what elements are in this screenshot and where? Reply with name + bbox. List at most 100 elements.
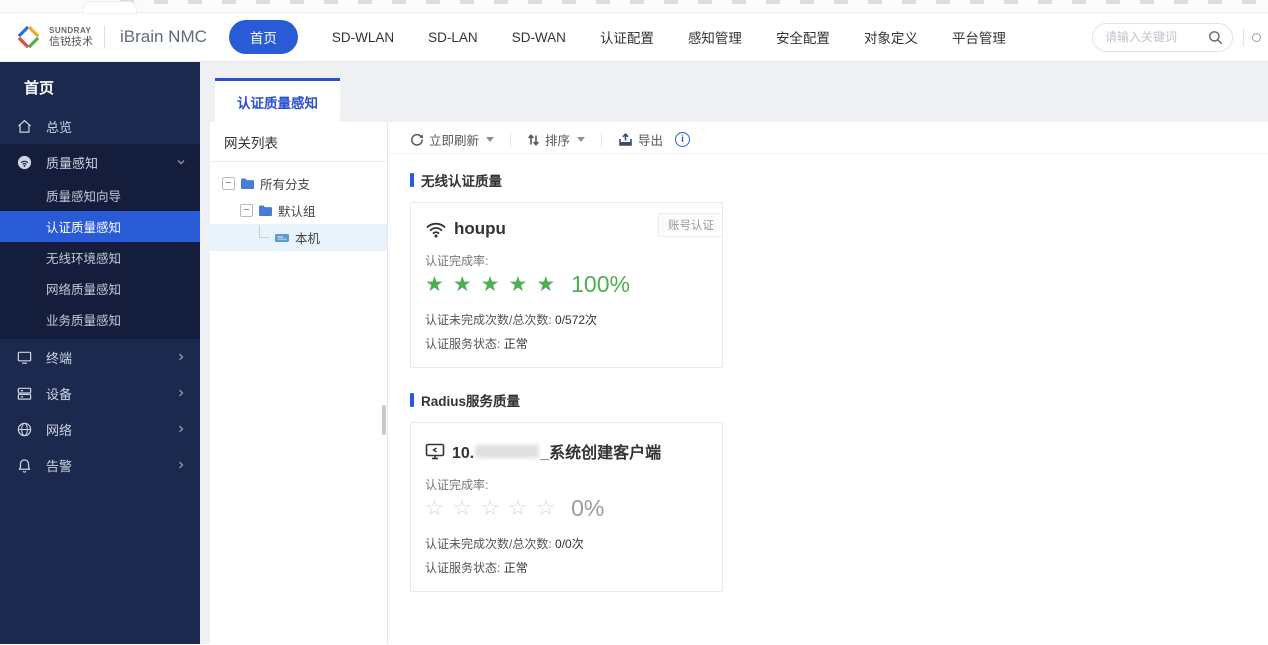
count-line: 认证未完成次数/总次数: 0/572次 bbox=[425, 311, 708, 328]
tree-node-local-device[interactable]: 本机 bbox=[210, 224, 387, 251]
rate-label: 认证完成率: bbox=[425, 254, 489, 268]
sidebar-item-auth-quality[interactable]: 认证质量感知 bbox=[0, 211, 200, 242]
tree-collapse-toggle[interactable]: − bbox=[240, 204, 253, 217]
sidebar-item-quality-sense[interactable]: 质量感知 bbox=[0, 144, 200, 180]
radius-section: Radius服务质量 10. _系统创建客户端 认证完成率: ☆ ☆ ☆ ☆ ☆… bbox=[388, 368, 1268, 592]
nav-object-def[interactable]: 对象定义 bbox=[864, 27, 918, 47]
wireless-auth-section: 无线认证质量 houpu 账号认证 认证完成率: ★ ★ ★ ★ ★ 100% … bbox=[388, 154, 1268, 368]
sidebar-item-overview[interactable]: 总览 bbox=[0, 108, 200, 144]
nav-sd-lan[interactable]: SD-LAN bbox=[428, 30, 478, 45]
browser-artifact-strip bbox=[0, 0, 1268, 13]
status-value: 正常 bbox=[503, 561, 528, 575]
client-name-suffix: _系统创建客户端 bbox=[540, 445, 662, 462]
star-icon: ★ bbox=[536, 272, 556, 296]
toolbar-divider bbox=[510, 132, 512, 147]
search-input[interactable] bbox=[1105, 30, 1208, 44]
network-globe-icon bbox=[17, 422, 32, 436]
tree-panel-title: 网关列表 bbox=[210, 122, 387, 162]
page-layout: 首页 总览 质量感知 质量感知向导 认证质量感知 无线环境感知 网络质量感知 业… bbox=[0, 62, 1268, 644]
content-panels: 网关列表 − 所有分支 − 默认组 本机 立即刷新 排序 导出 i 无线认证质量… bbox=[200, 122, 1268, 644]
sidebar-item-network[interactable]: 网络 bbox=[0, 411, 200, 447]
refresh-button[interactable]: 立即刷新 bbox=[410, 130, 495, 149]
section-title: 无线认证质量 bbox=[410, 170, 1268, 190]
status-line: 认证服务状态: 正常 bbox=[425, 335, 708, 352]
star-icon: ☆ bbox=[452, 496, 472, 520]
count-value: 0/0次 bbox=[555, 537, 584, 551]
tree-node-label: 所有分支 bbox=[260, 178, 311, 192]
tree-node-label: 本机 bbox=[295, 232, 321, 246]
completion-percent: 0% bbox=[571, 495, 605, 521]
gateway-device-icon bbox=[275, 233, 289, 242]
refresh-label: 立即刷新 bbox=[429, 134, 480, 148]
nav-home[interactable]: 首页 bbox=[228, 20, 298, 54]
product-name: iBrain NMC bbox=[120, 27, 207, 46]
rate-label: 认证完成率: bbox=[425, 478, 489, 492]
status-value: 正常 bbox=[503, 337, 528, 351]
sort-button[interactable]: 排序 bbox=[527, 130, 586, 149]
export-button[interactable]: 导出 bbox=[618, 130, 663, 149]
client-name-prefix: 10. bbox=[452, 445, 475, 462]
header-divider bbox=[1243, 28, 1244, 46]
sidebar-item-label: 质量感知 bbox=[46, 155, 99, 171]
info-icon[interactable]: i bbox=[675, 132, 691, 147]
sidebar-item-label: 终端 bbox=[46, 350, 73, 366]
nav-security-config[interactable]: 安全配置 bbox=[776, 27, 830, 47]
tree-collapse-toggle[interactable]: − bbox=[222, 177, 235, 190]
sidebar-item-label: 告警 bbox=[46, 458, 73, 474]
global-search[interactable] bbox=[1092, 22, 1233, 52]
folder-icon bbox=[241, 178, 254, 189]
top-navigation: 首页 SD-WLAN SD-LAN SD-WAN 认证配置 感知管理 安全配置 … bbox=[228, 20, 1092, 54]
chevron-right-icon bbox=[179, 461, 184, 469]
brand-company-cn: 信锐技术 bbox=[49, 35, 93, 48]
nav-sd-wan[interactable]: SD-WAN bbox=[512, 30, 566, 45]
sidebar-item-alarm[interactable]: 告警 bbox=[0, 447, 200, 483]
star-icon: ★ bbox=[480, 272, 500, 296]
radius-client-name: 10. _系统创建客户端 bbox=[452, 439, 661, 463]
card-header: 10. _系统创建客户端 bbox=[425, 439, 708, 463]
refresh-icon bbox=[411, 133, 423, 146]
radius-quality-card[interactable]: 10. _系统创建客户端 认证完成率: ☆ ☆ ☆ ☆ ☆ 0% 认证未完成次数… bbox=[410, 422, 723, 592]
wifi-icon bbox=[426, 222, 446, 238]
sidebar-item-label: 设备 bbox=[46, 386, 73, 402]
star-icon: ★ bbox=[452, 272, 472, 296]
sidebar-item-service-quality[interactable]: 业务质量感知 bbox=[0, 304, 200, 335]
tree-node-all-branches[interactable]: − 所有分支 bbox=[210, 170, 387, 197]
brand: SUNDRAY 信锐技术 iBrain NMC bbox=[14, 23, 207, 51]
client-monitor-icon bbox=[425, 443, 445, 459]
section-title-bar bbox=[410, 173, 414, 187]
tab-auth-quality[interactable]: 认证质量感知 bbox=[215, 78, 340, 124]
nav-sd-wlan[interactable]: SD-WLAN bbox=[332, 30, 394, 45]
auth-type-badge: 账号认证 bbox=[658, 213, 722, 237]
export-label: 导出 bbox=[638, 134, 664, 148]
auth-quality-card-houpu[interactable]: houpu 账号认证 认证完成率: ★ ★ ★ ★ ★ 100% 认证未完成次数… bbox=[410, 202, 723, 368]
nav-sense-mgmt[interactable]: 感知管理 bbox=[688, 27, 742, 47]
sidebar-item-quality-wizard[interactable]: 质量感知向导 bbox=[0, 180, 200, 211]
sidebar-item-wireless-env[interactable]: 无线环境感知 bbox=[0, 242, 200, 273]
device-icon bbox=[17, 387, 32, 400]
status-label: 认证服务状态: bbox=[425, 337, 501, 351]
tree-node-label: 默认组 bbox=[278, 205, 316, 219]
sidebar-item-label: 总览 bbox=[46, 119, 73, 135]
nav-platform-mgmt[interactable]: 平台管理 bbox=[952, 27, 1006, 47]
search-icon[interactable] bbox=[1208, 30, 1223, 45]
sidebar-item-label: 网络 bbox=[46, 422, 73, 438]
tab-bar: 认证质量感知 bbox=[200, 62, 1268, 124]
redacted-ip bbox=[475, 445, 540, 458]
top-right-tools bbox=[1092, 22, 1261, 52]
section-title-text: 无线认证质量 bbox=[421, 174, 502, 189]
sidebar-section-title: 首页 bbox=[24, 80, 55, 97]
terminal-icon bbox=[17, 351, 32, 364]
star-rating: ☆ ☆ ☆ ☆ ☆ 0% bbox=[425, 495, 708, 522]
home-icon bbox=[17, 119, 32, 133]
toolbar-divider bbox=[601, 132, 603, 147]
nav-auth-config[interactable]: 认证配置 bbox=[600, 27, 654, 47]
folder-icon bbox=[259, 205, 272, 216]
star-icon: ★ bbox=[508, 272, 528, 296]
sidebar-item-terminal[interactable]: 终端 bbox=[0, 339, 200, 375]
tree-node-default-group[interactable]: − 默认组 bbox=[210, 197, 387, 224]
sidebar-item-network-quality[interactable]: 网络质量感知 bbox=[0, 273, 200, 304]
scrollbar-thumb[interactable] bbox=[382, 405, 386, 435]
gateway-tree: − 所有分支 − 默认组 本机 bbox=[210, 162, 387, 251]
sidebar-item-device[interactable]: 设备 bbox=[0, 375, 200, 411]
star-icon: ★ bbox=[425, 272, 444, 296]
